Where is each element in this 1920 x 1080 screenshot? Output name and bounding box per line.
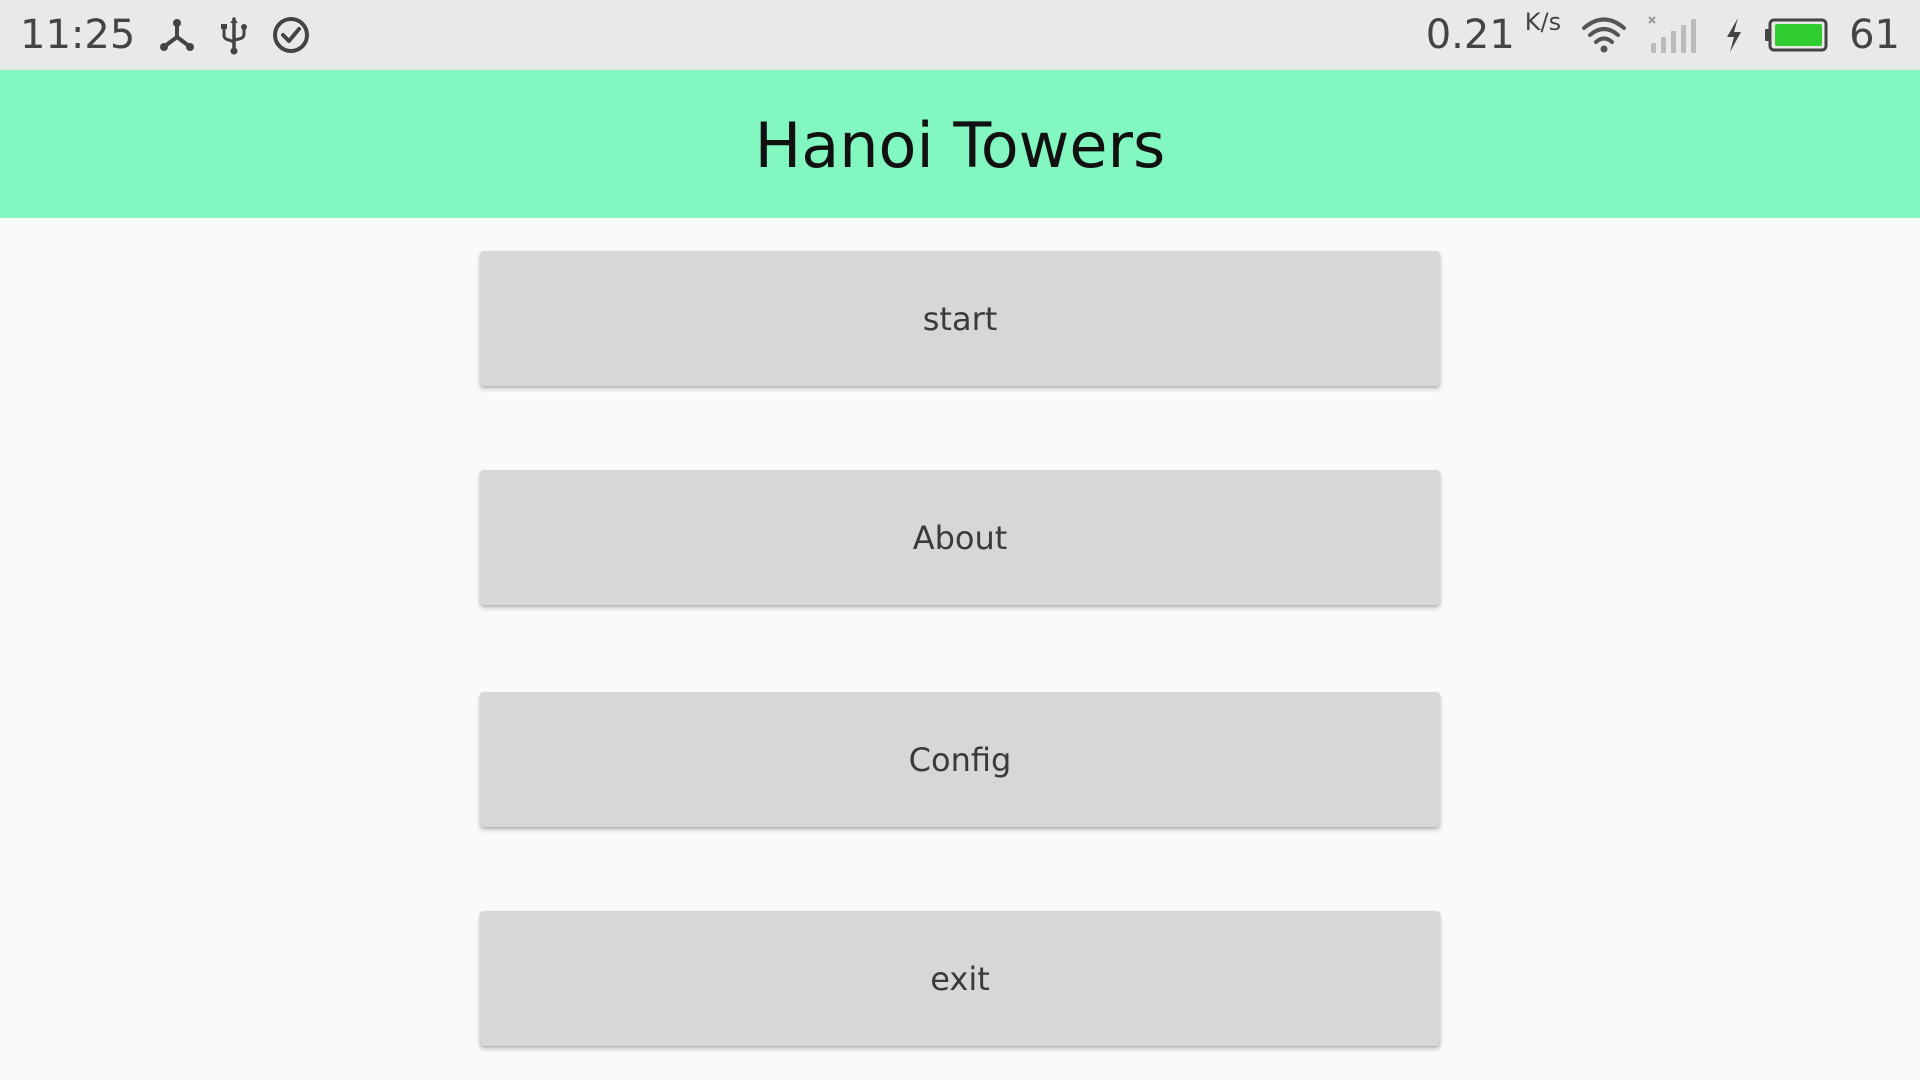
usb-icon (219, 15, 249, 55)
network-speed-value: 0.21 (1425, 12, 1515, 58)
app-screen: 11:25 0.21 K/s 61 Hanoi Towers start Abo… (0, 0, 1920, 1080)
status-right-group: 0.21 K/s 61 (1426, 0, 1900, 70)
config-button-label: Config (908, 740, 1012, 779)
cell-signal-icon (1647, 15, 1703, 55)
status-bar: 11:25 0.21 K/s 61 (0, 0, 1920, 70)
status-left-group: 11:25 (20, 0, 311, 70)
check-circle-icon (271, 15, 311, 55)
page-title: Hanoi Towers (754, 108, 1166, 182)
wifi-icon (1581, 15, 1627, 55)
app-bar: Hanoi Towers (0, 70, 1920, 218)
network-speed-unit: K/s (1524, 8, 1562, 36)
network-speed: 0.21 K/s (1425, 8, 1561, 58)
battery-percent: 61 (1849, 12, 1900, 58)
share-icon (157, 15, 197, 55)
battery-icon (1765, 15, 1829, 55)
status-time: 11:25 (20, 12, 136, 58)
start-button-label: start (922, 299, 998, 338)
start-button[interactable]: start (480, 251, 1440, 386)
charging-bolt-icon (1723, 15, 1745, 55)
exit-button[interactable]: exit (480, 911, 1440, 1046)
config-button[interactable]: Config (480, 692, 1440, 827)
about-button-label: About (912, 518, 1008, 557)
about-button[interactable]: About (480, 470, 1440, 605)
exit-button-label: exit (930, 959, 990, 998)
